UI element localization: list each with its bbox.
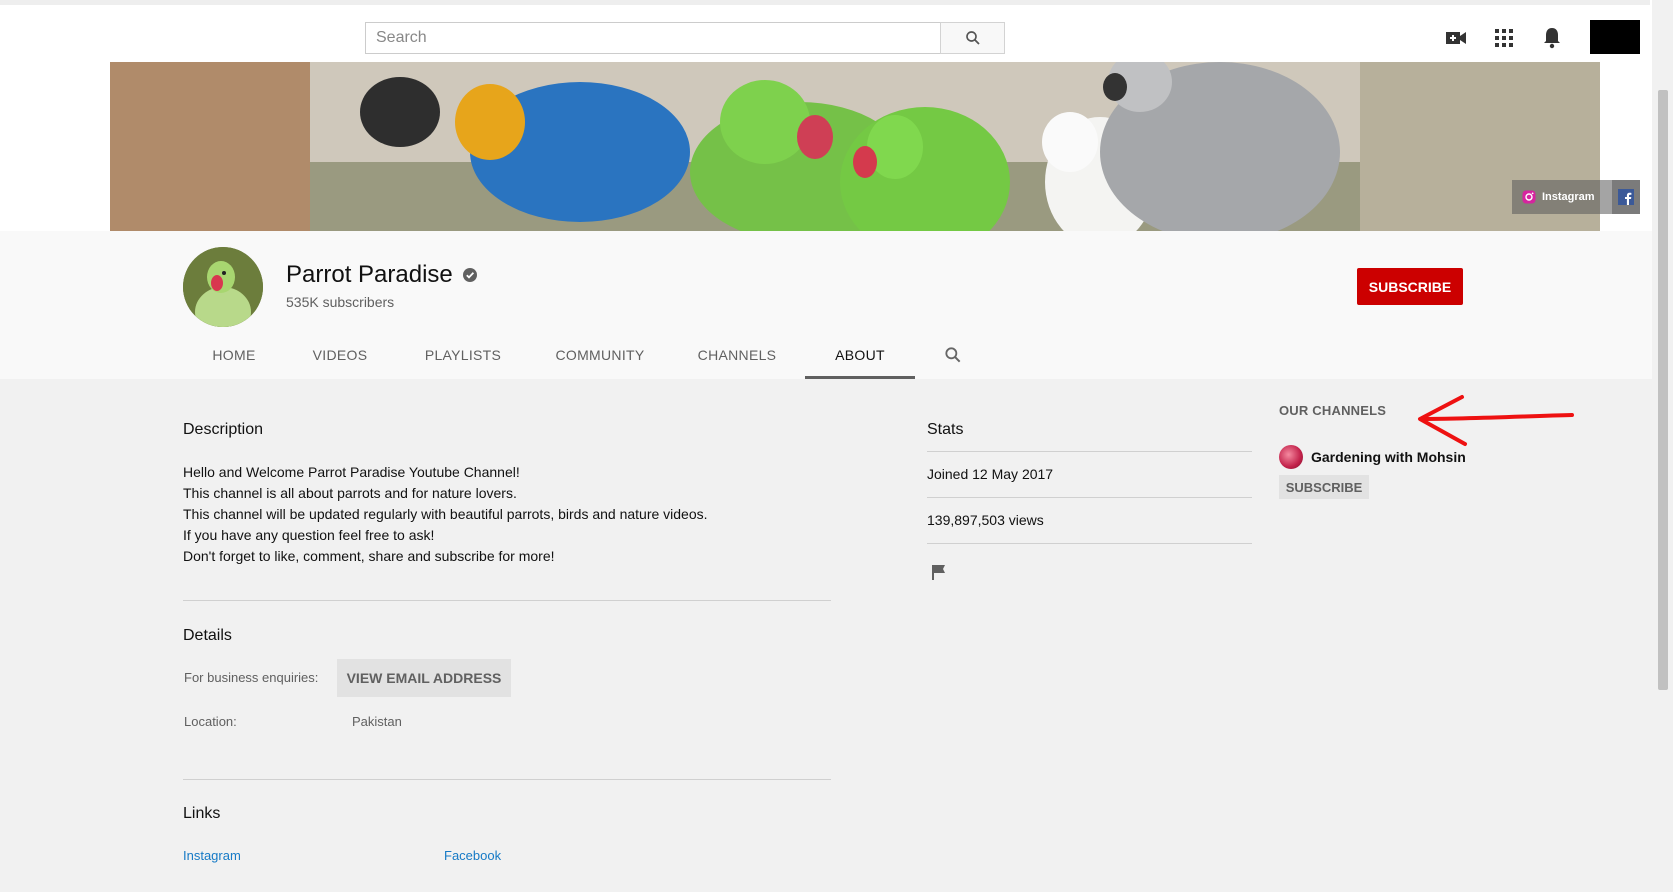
tab-about[interactable]: ABOUT (805, 331, 915, 379)
create-video-icon (1446, 32, 1466, 44)
divider (927, 451, 1252, 452)
channel-name-text: Parrot Paradise (286, 261, 453, 288)
search-input[interactable]: Search (365, 22, 941, 54)
channel-banner (110, 62, 1600, 231)
joined-date: Joined 12 May 2017 (927, 466, 1054, 482)
description-text: Hello and Welcome Parrot Paradise Youtub… (183, 462, 708, 567)
channel-avatar[interactable] (183, 247, 263, 327)
featured-channel-avatar[interactable] (1279, 445, 1303, 469)
channel-tabs: HOME VIDEOS PLAYLISTS COMMUNITY CHANNELS… (183, 331, 977, 379)
verified-check-icon (462, 268, 477, 282)
channel-header: Parrot Paradise 535K subscribers SUBSCRI… (0, 231, 1652, 379)
scroll-thumb[interactable] (1658, 90, 1668, 690)
divider (927, 497, 1252, 498)
view-email-button[interactable]: VIEW EMAIL ADDRESS (337, 659, 511, 697)
facebook-icon (1618, 189, 1634, 205)
divider (927, 543, 1252, 544)
instagram-icon (1522, 190, 1536, 204)
stats-title: Stats (927, 421, 964, 438)
description-line: This channel is all about parrots and fo… (183, 485, 517, 501)
annotation-arrow-icon (1418, 395, 1574, 446)
subscribe-button[interactable]: SUBSCRIBE (1357, 268, 1463, 305)
search-icon (965, 31, 980, 45)
banner-instagram-label: Instagram (1542, 191, 1595, 203)
page-scrollbar[interactable] (1652, 0, 1673, 892)
channel-title: Parrot Paradise (286, 261, 477, 289)
report-flag-icon (932, 565, 945, 580)
facebook-link[interactable]: Facebook (444, 848, 501, 863)
subscriber-count: 535K subscribers (286, 294, 395, 310)
tab-videos[interactable]: VIDEOS (285, 331, 395, 379)
search-button[interactable] (940, 22, 1005, 54)
apps-button[interactable] (1491, 25, 1517, 51)
channel-search-button[interactable] (929, 331, 977, 379)
description-line: Hello and Welcome Parrot Paradise Youtub… (183, 464, 520, 480)
location-label: Location: (184, 714, 237, 729)
featured-channel-name[interactable]: Gardening with Mohsin (1311, 449, 1466, 465)
create-video-button[interactable] (1443, 25, 1469, 51)
divider (183, 600, 831, 601)
report-button[interactable] (930, 563, 948, 586)
location-value: Pakistan (352, 714, 402, 729)
divider (183, 779, 831, 780)
business-enquiries-label: For business enquiries: (184, 670, 319, 685)
notifications-bell-icon (1544, 28, 1560, 49)
top-bar: Search (0, 0, 1650, 62)
apps-grid-icon (1495, 29, 1513, 47)
banner-facebook-link[interactable] (1612, 180, 1640, 214)
instagram-link[interactable]: Instagram (183, 848, 241, 863)
account-avatar[interactable] (1590, 20, 1640, 54)
tab-playlists[interactable]: PLAYLISTS (395, 331, 531, 379)
featured-channel-subscribe-button[interactable]: SUBSCRIBE (1279, 475, 1369, 499)
notifications-button[interactable] (1539, 25, 1565, 51)
description-line: If you have any question feel free to as… (183, 527, 435, 543)
links-title: Links (183, 805, 221, 822)
description-line: Don't forget to like, comment, share and… (183, 548, 555, 564)
details-title: Details (183, 627, 232, 644)
search-icon (945, 347, 961, 363)
our-channels-title: OUR CHANNELS (1279, 403, 1387, 418)
description-title: Description (183, 421, 264, 438)
description-line: This channel will be updated regularly w… (183, 506, 708, 522)
tab-channels[interactable]: CHANNELS (669, 331, 805, 379)
tab-home[interactable]: HOME (183, 331, 285, 379)
tab-community[interactable]: COMMUNITY (531, 331, 669, 379)
view-count: 139,897,503 views (927, 512, 1044, 528)
about-content: Description Hello and Welcome Parrot Par… (0, 379, 1652, 892)
